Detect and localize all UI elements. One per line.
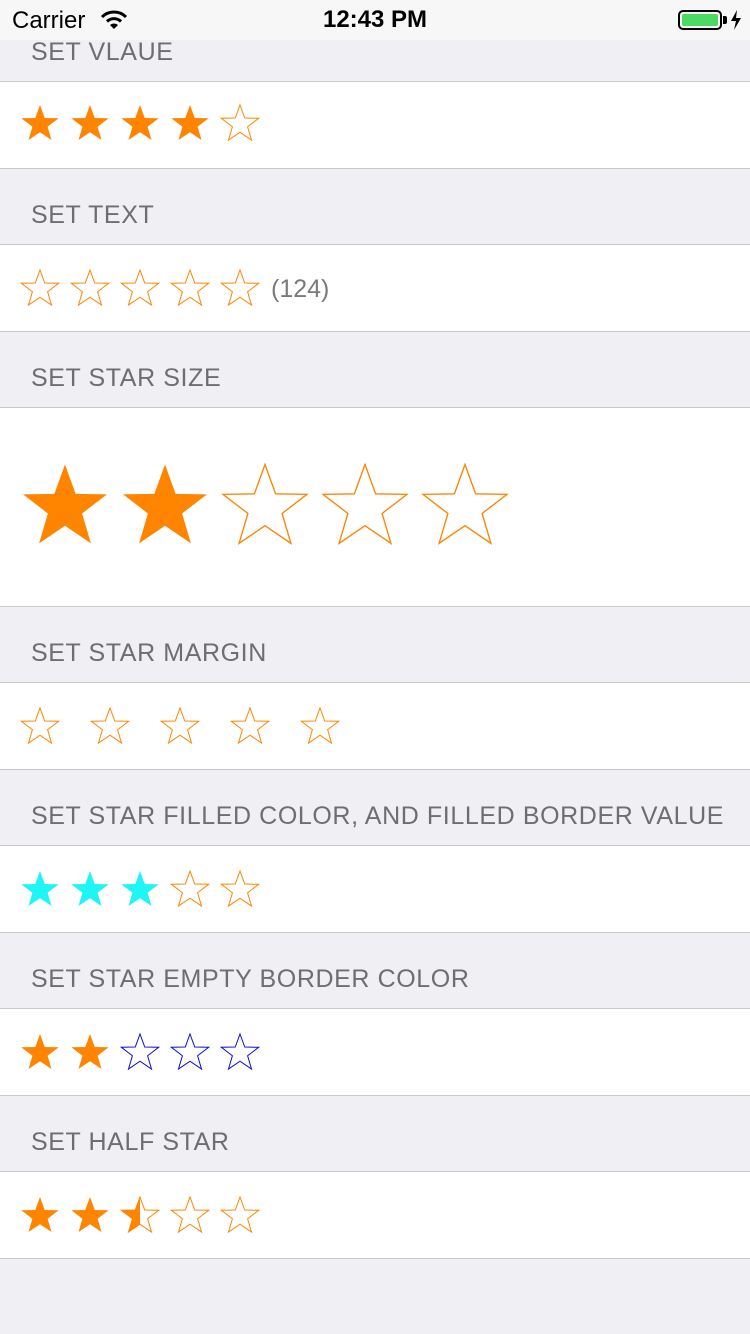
section-header-set-empty-border-color: SET STAR EMPTY BORDER COLOR	[0, 932, 750, 1009]
status-time: 12:43 PM	[322, 6, 428, 33]
star-filled-icon[interactable]	[70, 1195, 110, 1235]
star-empty-icon[interactable]	[300, 706, 340, 746]
star-empty-icon[interactable]	[170, 869, 210, 909]
star-rating[interactable]	[20, 706, 340, 746]
section-header-set-star-margin: SET STAR MARGIN	[0, 606, 750, 683]
rating-row-set-filled-color	[0, 845, 750, 933]
star-filled-icon[interactable]	[20, 1032, 60, 1072]
star-filled-icon[interactable]	[120, 103, 160, 143]
section-title: SET VLAUE	[31, 38, 174, 66]
star-empty-icon[interactable]	[120, 268, 160, 308]
star-empty-icon[interactable]	[90, 706, 130, 746]
status-bar: Carrier 12:43 PM	[0, 0, 750, 40]
star-filled-icon[interactable]	[70, 869, 110, 909]
section-header-set-filled-color: SET STAR FILLED COLOR, AND FILLED BORDER…	[0, 769, 750, 846]
star-empty-icon[interactable]	[320, 460, 410, 550]
section-title: SET TEXT	[31, 201, 155, 229]
star-empty-icon[interactable]	[220, 1195, 260, 1235]
star-rating[interactable]	[20, 869, 260, 909]
star-filled-icon[interactable]	[70, 103, 110, 143]
charging-icon	[731, 10, 741, 30]
star-empty-icon[interactable]	[160, 706, 200, 746]
star-empty-icon[interactable]	[220, 869, 260, 909]
section-header-set-text: SET TEXT	[0, 168, 750, 245]
rating-row-set-half-star	[0, 1171, 750, 1259]
section-title: SET HALF STAR	[31, 1128, 230, 1156]
star-empty-icon[interactable]	[220, 103, 260, 143]
star-filled-icon[interactable]	[20, 869, 60, 909]
battery-nub	[723, 16, 727, 24]
star-empty-icon[interactable]	[20, 268, 60, 308]
section-title: SET STAR FILLED COLOR, AND FILLED BORDER…	[31, 802, 725, 830]
section-header-set-star-size: SET STAR SIZE	[0, 331, 750, 408]
star-empty-icon[interactable]	[70, 268, 110, 308]
star-filled-icon[interactable]	[70, 1032, 110, 1072]
star-filled-icon[interactable]	[120, 460, 210, 550]
section-title: SET STAR SIZE	[31, 364, 222, 392]
section-title: SET STAR MARGIN	[31, 639, 267, 667]
star-empty-icon[interactable]	[420, 460, 510, 550]
star-empty-icon[interactable]	[120, 1032, 160, 1072]
star-empty-icon[interactable]	[220, 1032, 260, 1072]
rating-row-set-star-margin	[0, 682, 750, 770]
star-empty-icon[interactable]	[170, 1195, 210, 1235]
star-empty-icon[interactable]	[220, 460, 310, 550]
section-header-set-half-star: SET HALF STAR	[0, 1095, 750, 1172]
star-filled-icon[interactable]	[20, 1195, 60, 1235]
star-empty-icon[interactable]	[220, 268, 260, 308]
star-rating[interactable]	[20, 1032, 260, 1072]
star-filled-icon[interactable]	[20, 103, 60, 143]
star-empty-icon[interactable]	[20, 706, 60, 746]
star-empty-icon[interactable]	[170, 268, 210, 308]
star-rating[interactable]	[20, 103, 260, 143]
rating-row-set-star-size	[0, 407, 750, 607]
star-filled-icon[interactable]	[20, 460, 110, 550]
star-empty-icon[interactable]	[230, 706, 270, 746]
rating-row-set-value	[0, 81, 750, 169]
star-half-icon[interactable]	[120, 1195, 160, 1235]
star-rating[interactable]	[20, 460, 510, 550]
star-filled-icon[interactable]	[170, 103, 210, 143]
battery-icon	[678, 10, 722, 30]
rating-count-text: (124)	[271, 275, 330, 303]
section-title: SET STAR EMPTY BORDER COLOR	[31, 965, 470, 993]
star-rating[interactable]	[20, 268, 260, 308]
rating-row-set-empty-border-color	[0, 1008, 750, 1096]
star-empty-icon[interactable]	[170, 1032, 210, 1072]
rating-row-set-text: (124)	[0, 244, 750, 332]
star-filled-icon[interactable]	[120, 869, 160, 909]
star-rating[interactable]	[20, 1195, 260, 1235]
